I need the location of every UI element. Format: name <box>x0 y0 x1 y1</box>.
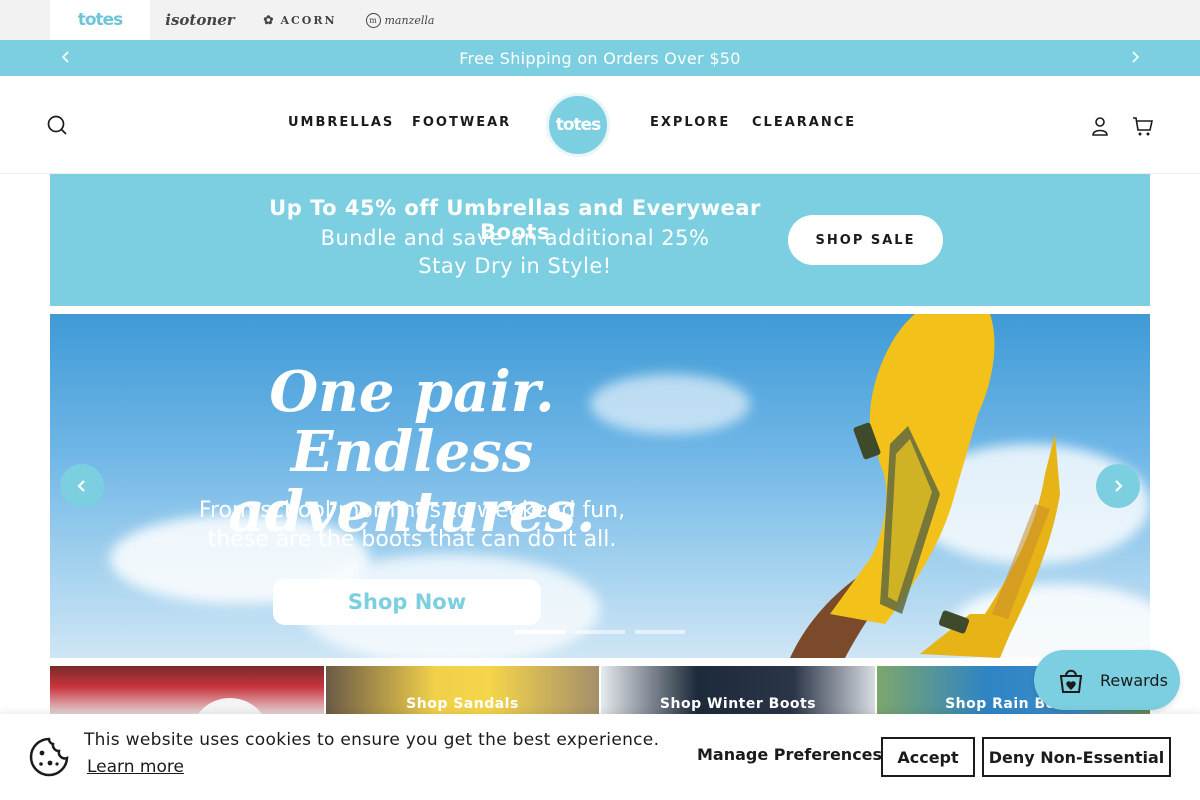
slide-indicator-2[interactable] <box>575 630 625 634</box>
cookie-message: This website uses cookies to ensure you … <box>84 730 660 750</box>
account-icon[interactable] <box>1088 114 1112 138</box>
chevron-right-icon <box>1115 480 1123 492</box>
brand-tab-manzella[interactable]: m manzella <box>364 0 436 40</box>
brand-switcher: totes isotoner ✿ ACORN m manzella <box>0 0 1200 40</box>
nav-footwear[interactable]: FOOTWEAR <box>412 115 511 130</box>
category-tile-umbrellas[interactable] <box>50 666 324 718</box>
chevron-left-icon[interactable] <box>56 47 76 67</box>
learn-more-link[interactable]: Learn more <box>87 757 184 777</box>
promo-tagline: Stay Dry in Style! <box>418 254 612 278</box>
promo-subline: Bundle and save an additional 25% <box>320 226 710 250</box>
promo-banner: Up To 45% off Umbrellas and Everywear Bo… <box>50 174 1150 306</box>
manage-preferences-button[interactable]: Manage Preferences <box>697 745 882 764</box>
hero-next-button[interactable] <box>1096 464 1140 508</box>
search-icon[interactable] <box>45 113 69 137</box>
slide-indicator-1[interactable] <box>515 630 565 634</box>
chevron-left-icon <box>77 480 85 492</box>
hero-subtext-line-1: From school mornings to weekend fun, <box>198 498 626 523</box>
cookie-icon <box>29 737 69 777</box>
announcement-bar: Free Shipping on Orders Over $50 <box>0 40 1200 76</box>
page: totes isotoner ✿ ACORN m manzella Free S… <box>0 0 1200 800</box>
announcement-text: Free Shipping on Orders Over $50 <box>459 48 741 68</box>
category-tile-sandals[interactable]: Shop Sandals <box>326 666 599 718</box>
shop-now-button[interactable]: Shop Now <box>273 579 541 625</box>
tile-label-sandals: Shop Sandals <box>406 696 519 712</box>
brand-tab-manzella-label: manzella <box>384 13 435 27</box>
hero-subtext-line-2: these are the boots that can do it all. <box>207 527 617 552</box>
slide-indicator-3[interactable] <box>635 630 685 634</box>
cart-icon[interactable] <box>1131 114 1155 138</box>
acorn-leaf-icon: ✿ <box>263 13 276 27</box>
manzella-m-icon: m <box>365 12 381 28</box>
brand-tab-acorn-label: ACORN <box>280 13 337 27</box>
nav-explore[interactable]: EXPLORE <box>650 115 730 130</box>
cookie-banner: This website uses cookies to ensure you … <box>0 714 1200 800</box>
brand-tab-totes[interactable]: totes <box>50 0 150 40</box>
nav-clearance[interactable]: CLEARANCE <box>752 115 856 130</box>
chevron-right-icon[interactable] <box>1125 47 1145 67</box>
hero-headline-line-1: One pair. Endless <box>269 359 555 485</box>
shop-sale-button[interactable]: SHOP SALE <box>788 215 943 265</box>
gift-bag-icon <box>1059 669 1083 693</box>
brand-tab-isotoner[interactable]: isotoner <box>160 0 240 40</box>
rewards-label: Rewards <box>1100 670 1168 690</box>
hero-prev-button[interactable] <box>60 464 104 508</box>
site-logo[interactable]: totes <box>546 93 610 157</box>
deny-non-essential-button[interactable]: Deny Non-Essential <box>982 737 1171 777</box>
hero-slideshow: One pair. Endless adventures. From schoo… <box>50 314 1150 658</box>
tile-label-winter-boots: Shop Winter Boots <box>659 696 817 712</box>
accept-button[interactable]: Accept <box>881 737 975 777</box>
brand-tab-acorn[interactable]: ✿ ACORN <box>262 0 338 40</box>
hero-subtext: From school mornings to weekend fun, the… <box>142 496 682 554</box>
rewards-launcher[interactable]: Rewards <box>1034 650 1180 710</box>
nav-umbrellas[interactable]: UMBRELLAS <box>288 115 394 130</box>
yellow-rain-boots-image <box>790 314 1060 658</box>
logo-text: totes <box>555 115 602 135</box>
category-tile-winter-boots[interactable]: Shop Winter Boots <box>601 666 875 718</box>
